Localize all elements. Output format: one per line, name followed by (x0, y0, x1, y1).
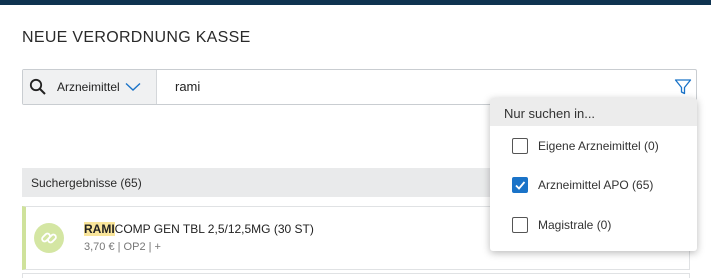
next-result-row (22, 273, 690, 278)
result-meta: 3,70 € | OP2 | + (84, 241, 161, 253)
result-name-rest: COMP GEN TBL 2,5/12,5MG (30 ST) (114, 222, 314, 236)
filter-option-magistrale[interactable]: Magistrale (0) (490, 209, 697, 239)
check-icon (515, 181, 526, 190)
filter-dropdown: Nur suchen in... Eigene Arzneimittel (0)… (490, 98, 697, 251)
results-count-label: Suchergebnisse (65) (31, 176, 142, 190)
search-scope-selector[interactable]: Arzneimittel (23, 70, 157, 104)
filter-option-label: Magistrale (0) (538, 218, 612, 232)
result-name: RAMICOMP GEN TBL 2,5/12,5MG (30 ST) (84, 222, 314, 236)
link-badge (34, 223, 64, 253)
search-scope-label: Arzneimittel (57, 80, 120, 94)
filter-option-label: Arzneimittel APO (65) (538, 178, 654, 192)
link-icon (41, 232, 57, 244)
filter-option-label: Eigene Arzneimittel (0) (538, 139, 659, 153)
search-icon (29, 78, 46, 95)
checkbox-eigene[interactable] (512, 138, 528, 154)
checkbox-apo[interactable] (512, 177, 528, 193)
filter-dropdown-header: Nur suchen in... (490, 98, 697, 126)
search-highlight: RAMI (84, 222, 115, 236)
search-input[interactable] (175, 79, 655, 94)
chevron-down-icon (125, 82, 141, 91)
page-title: NEUE VERORDNUNG KASSE (22, 29, 251, 46)
top-bar (0, 0, 711, 5)
checkbox-magistrale[interactable] (512, 217, 528, 233)
filter-icon[interactable] (674, 78, 692, 96)
filter-option-apo[interactable]: Arzneimittel APO (65) (490, 169, 697, 199)
filter-option-eigene[interactable]: Eigene Arzneimittel (0) (490, 130, 697, 160)
filter-dropdown-title: Nur suchen in... (504, 106, 596, 121)
